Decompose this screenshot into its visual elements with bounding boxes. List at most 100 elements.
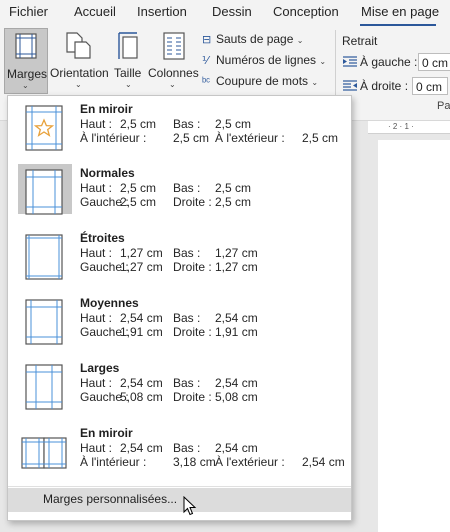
ribbon-tab-bar: Fichier Accueil Insertion Dessin Concept… [0,0,450,27]
colonnes-button[interactable]: Colonnes ⌄ [148,28,199,94]
label-interieur: À l'intérieur : [80,131,147,145]
value-haut: 1,27 cm [120,246,163,260]
document-page[interactable] [378,140,450,532]
horizontal-ruler: · 2 · 1 · [368,121,450,134]
value-bas: 2,54 cm [215,441,258,455]
indent-left-icon [343,56,357,67]
label-bas: Bas : [173,376,201,390]
a-gauche-label: À gauche : [360,55,418,69]
custom-margins-label: Marges personnalisées... [43,492,178,506]
margin-option-normales[interactable]: Normales Haut : 2,5 cm Bas : 2,5 cm Gauc… [8,160,351,224]
option-title: Larges [80,361,120,375]
chevron-down-icon: ⌄ [296,36,304,45]
option-title: Étroites [80,231,125,245]
coupure-de-mots-button[interactable]: ᵇᶜ Coupure de mots ⌄ [202,74,318,88]
value-gauche: 1,91 cm [120,325,163,339]
value-haut: 2,54 cm [120,376,163,390]
marges-button[interactable]: Marges ⌄ [4,28,48,94]
columns-icon [163,32,185,60]
label-bas: Bas : [173,246,201,260]
taille-button[interactable]: Taille ⌄ [110,28,146,94]
label-haut: Haut : [80,181,113,195]
moderate-margins-icon [25,299,63,345]
value-interieur: 3,18 cm [173,455,216,469]
chevron-down-icon: ⌄ [319,57,327,66]
retrait-group-title: Retrait [342,34,378,48]
mirror-star-margins-icon [25,105,63,151]
numeros-de-lignes-label: Numéros de lignes [216,53,317,67]
chevron-down-icon: ⌄ [75,80,82,89]
label-droite: Droite : [173,195,212,209]
value-droite: 1,27 cm [215,260,258,274]
margins-dropdown: En miroir Haut : 2,5 cm Bas : 2,5 cm À l… [7,95,352,521]
option-title: En miroir [80,426,133,440]
label-exterieur: À l'extérieur : [215,131,285,145]
value-bas: 1,27 cm [215,246,258,260]
value-exterieur: 2,5 cm [302,131,339,145]
margin-option-en-miroir-2[interactable]: En miroir Haut : 2,54 cm Bas : 2,54 cm À… [8,420,351,484]
value-gauche: 5,08 cm [120,390,163,404]
margin-option-etroites[interactable]: Étroites Haut : 1,27 cm Bas : 1,27 cm Ga… [8,225,351,289]
orientation-icon [66,32,91,59]
tab-fichier[interactable]: Fichier [9,4,48,19]
option-title: Moyennes [80,296,139,310]
value-exterieur: 2,54 cm [302,455,345,469]
page-size-icon [118,32,138,59]
tab-dessin[interactable]: Dessin [212,4,252,19]
margin-option-larges[interactable]: Larges Haut : 2,54 cm Bas : 2,54 cm Gauc… [8,355,351,419]
value-gauche: 2,5 cm [120,195,157,209]
ruler-ticks: · 2 · 1 · [388,122,414,131]
margin-option-moyennes[interactable]: Moyennes Haut : 2,54 cm Bas : 2,54 cm Ga… [8,290,351,354]
chevron-down-icon: ⌄ [125,80,132,89]
orientation-button[interactable]: Orientation ⌄ [50,28,109,94]
value-haut: 2,54 cm [120,311,163,325]
label-haut: Haut : [80,441,113,455]
sauts-de-page-button[interactable]: ⊟ Sauts de page ⌄ [202,32,303,46]
mouse-cursor-icon [183,496,197,516]
numeros-de-lignes-button[interactable]: ⅟ Numéros de lignes ⌄ [202,53,326,67]
tab-insertion[interactable]: Insertion [137,4,187,19]
a-droite-label: À droite : [360,79,409,93]
coupure-de-mots-label: Coupure de mots [216,74,309,88]
page-break-icon: ⊟ [202,34,212,46]
label-interieur: À l'intérieur : [80,455,147,469]
label-haut: Haut : [80,311,113,325]
indent-left-input[interactable]: 0 cm [418,53,450,71]
value-bas: 2,5 cm [215,117,252,131]
indent-right-input[interactable]: 0 cm [412,77,448,95]
value-droite: 5,08 cm [215,390,258,404]
value-droite: 2,5 cm [215,195,252,209]
tab-accueil[interactable]: Accueil [74,4,116,19]
indent-right-icon [343,80,357,91]
orientation-label: Orientation [50,66,109,80]
tab-mise-en-page[interactable]: Mise en page [361,4,439,19]
option-title: En miroir [80,102,133,116]
chevron-down-icon: ⌄ [311,78,319,87]
tab-conception[interactable]: Conception [273,4,339,19]
label-bas: Bas : [173,181,201,195]
value-droite: 1,91 cm [215,325,258,339]
normal-margins-icon [25,169,63,215]
wide-margins-icon [25,364,63,410]
taille-label: Taille [114,66,142,80]
option-title: Normales [80,166,135,180]
value-haut: 2,54 cm [120,441,163,455]
custom-margins-menu-item[interactable]: Marges personnalisées... [8,488,351,512]
sauts-de-page-label: Sauts de page [216,32,294,46]
value-bas: 2,5 cm [215,181,252,195]
label-haut: Haut : [80,246,113,260]
colonnes-label: Colonnes [148,66,199,80]
label-exterieur: À l'extérieur : [215,455,285,469]
value-gauche: 1,27 cm [120,260,163,274]
margins-icon [15,33,37,59]
group-label-paragraphe: Pa [437,100,450,112]
value-interieur: 2,5 cm [173,131,210,145]
label-droite: Droite : [173,325,212,339]
label-droite: Droite : [173,390,212,404]
label-haut: Haut : [80,117,113,131]
chevron-down-icon: ⌄ [169,80,176,89]
chevron-down-icon: ⌄ [22,81,29,90]
value-bas: 2,54 cm [215,311,258,325]
value-bas: 2,54 cm [215,376,258,390]
margin-option-en-miroir[interactable]: En miroir Haut : 2,5 cm Bas : 2,5 cm À l… [8,96,351,160]
